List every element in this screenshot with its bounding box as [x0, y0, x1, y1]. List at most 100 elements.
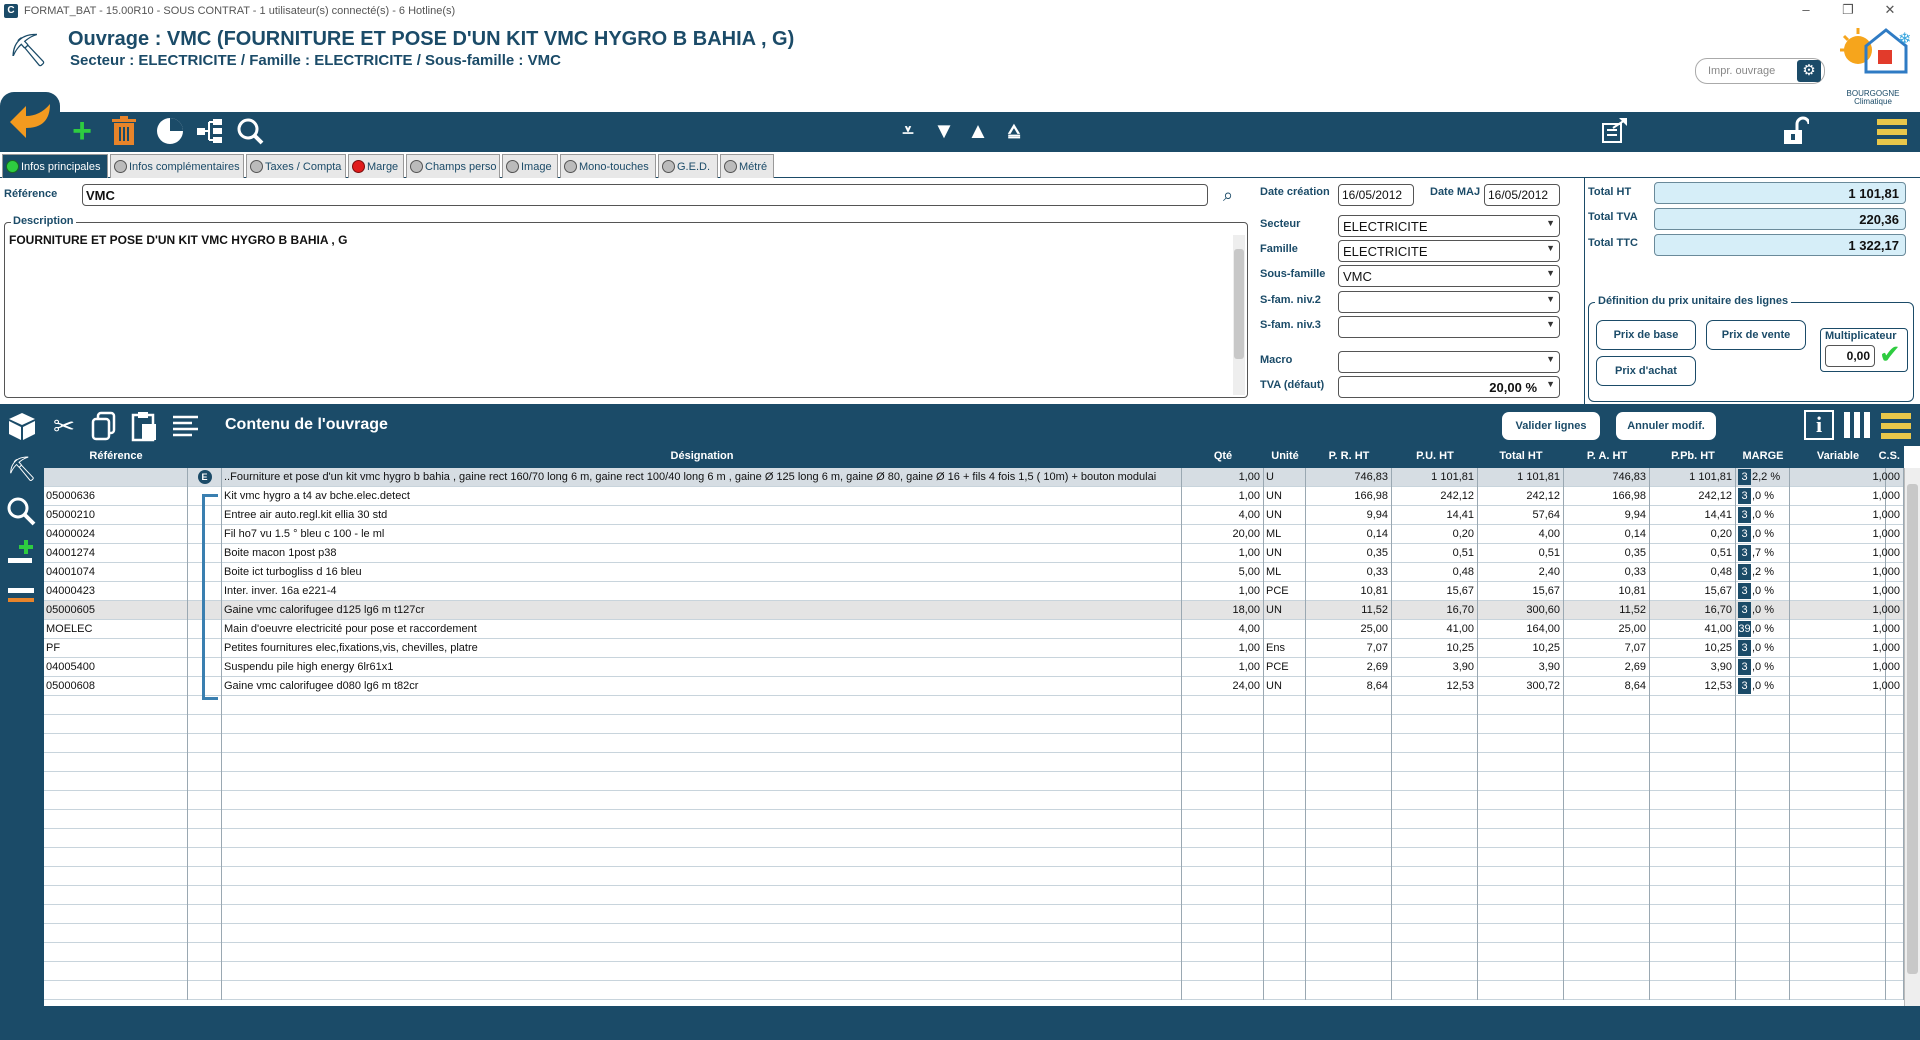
- tab-marge[interactable]: Marge: [348, 154, 404, 178]
- empty-row[interactable]: [44, 829, 1904, 848]
- move-to-top-icon[interactable]: ⩠: [998, 116, 1030, 148]
- parent-row[interactable]: E ..Fourniture et pose d'un kit vmc hygr…: [44, 468, 1904, 487]
- table-row[interactable]: 04001274 Boite macon 1post p38 1,00 UN 0,35 0…: [44, 544, 1904, 563]
- back-arrow-icon[interactable]: [6, 98, 54, 144]
- col-header-total-ht[interactable]: Total HT: [1478, 450, 1564, 462]
- col-header-designation[interactable]: Désignation: [222, 450, 1182, 462]
- empty-row[interactable]: [44, 867, 1904, 886]
- move-down-icon[interactable]: ▼: [928, 116, 960, 148]
- date-maj-input[interactable]: 16/05/2012: [1484, 184, 1560, 206]
- gear-icon[interactable]: ⚙: [1797, 60, 1821, 82]
- pie-chart-icon[interactable]: [154, 116, 186, 148]
- expand-icon[interactable]: E: [188, 468, 222, 487]
- add-icon[interactable]: +: [66, 114, 98, 148]
- table-row[interactable]: MOELEC Main d'oeuvre electricité pour pos…: [44, 620, 1904, 639]
- empty-row[interactable]: [44, 791, 1904, 810]
- empty-row[interactable]: [44, 943, 1904, 962]
- tva-select[interactable]: 20,00 % ▼: [1338, 376, 1560, 398]
- tree-structure-icon[interactable]: [194, 116, 226, 148]
- remove-line-icon[interactable]: [6, 578, 38, 610]
- list-align-icon[interactable]: [170, 410, 202, 442]
- menu-icon[interactable]: [1876, 116, 1908, 148]
- sfam3-select[interactable]: ▼: [1338, 316, 1560, 338]
- tab-infos-principales[interactable]: Infos principales: [2, 154, 108, 178]
- cube-icon[interactable]: [6, 410, 38, 442]
- tab-infos-complementaires[interactable]: Infos complémentaires: [110, 154, 244, 178]
- info-icon[interactable]: i: [1804, 410, 1834, 440]
- tab-taxes-compta[interactable]: Taxes / Compta: [246, 154, 346, 178]
- table-row[interactable]: 05000636 Kit vmc hygro a t4 av bche.elec.…: [44, 487, 1904, 506]
- col-header-ppb-ht[interactable]: P.Pb. HT: [1650, 450, 1736, 462]
- search-list-icon[interactable]: [234, 116, 266, 148]
- prix-base-button[interactable]: Prix de base: [1596, 320, 1696, 350]
- search-cube-icon[interactable]: [6, 496, 38, 528]
- table-row[interactable]: PF Petites fournitures elec,fixations,vis…: [44, 639, 1904, 658]
- empty-row[interactable]: [44, 753, 1904, 772]
- worker-icon[interactable]: ⛏: [6, 454, 38, 486]
- col-header-unite[interactable]: Unité: [1264, 450, 1306, 462]
- empty-row[interactable]: [44, 962, 1904, 981]
- binoculars-icon[interactable]: ⌕: [1216, 184, 1240, 206]
- cell-tree: [188, 829, 222, 848]
- table-row[interactable]: 04005400 Suspendu pile high energy 6lr61x…: [44, 658, 1904, 677]
- empty-row[interactable]: [44, 734, 1904, 753]
- col-header-pu-ht[interactable]: P.U. HT: [1392, 450, 1478, 462]
- check-icon[interactable]: ✔: [1879, 339, 1901, 369]
- move-up-icon[interactable]: ▲: [962, 116, 994, 148]
- add-line-icon[interactable]: [6, 538, 38, 570]
- grid-scrollbar[interactable]: [1904, 468, 1920, 1006]
- famille-select[interactable]: ELECTRICITE ▼: [1338, 240, 1560, 262]
- description-box[interactable]: Description FOURNITURE ET POSE D'UN KIT …: [4, 215, 1248, 398]
- prix-achat-button[interactable]: Prix d'achat: [1596, 356, 1696, 386]
- trash-icon[interactable]: [108, 116, 140, 148]
- columns-icon[interactable]: [1842, 410, 1872, 440]
- table-row[interactable]: 04000024 Fil ho7 vu 1.5 ° bleu c 100 - le…: [44, 525, 1904, 544]
- close-button[interactable]: ✕: [1870, 0, 1910, 22]
- annuler-modif-button[interactable]: Annuler modif.: [1616, 412, 1716, 440]
- reference-input[interactable]: VMC: [82, 184, 1208, 206]
- empty-row[interactable]: [44, 981, 1904, 1000]
- rows-menu-icon[interactable]: [1880, 410, 1912, 442]
- empty-row[interactable]: [44, 905, 1904, 924]
- empty-row[interactable]: [44, 886, 1904, 905]
- col-header-pa-ht[interactable]: P. A. HT: [1564, 450, 1650, 462]
- empty-row[interactable]: [44, 715, 1904, 734]
- prix-vente-button[interactable]: Prix de vente: [1706, 320, 1806, 350]
- table-row[interactable]: 05000608 Gaine vmc calorifugee d080 lg6 m…: [44, 677, 1904, 696]
- col-header-marge[interactable]: MARGE: [1736, 450, 1790, 462]
- tab-champs-perso[interactable]: Champs perso: [406, 154, 500, 178]
- col-header-qte[interactable]: Qté: [1182, 450, 1264, 462]
- restore-button[interactable]: ❐: [1828, 0, 1868, 22]
- sous-famille-select[interactable]: VMC ▼: [1338, 265, 1560, 287]
- empty-row[interactable]: [44, 772, 1904, 791]
- tab-metre[interactable]: Métré: [720, 154, 774, 178]
- table-row[interactable]: 05000605 Gaine vmc calorifugee d125 lg6 m…: [44, 601, 1904, 620]
- col-header-reference[interactable]: Référence: [44, 450, 188, 462]
- sfam2-select[interactable]: ▼: [1338, 291, 1560, 313]
- empty-row[interactable]: [44, 848, 1904, 867]
- description-scrollbar[interactable]: [1233, 235, 1245, 395]
- col-header-pr-ht[interactable]: P. R. HT: [1306, 450, 1392, 462]
- macro-select[interactable]: ▼: [1338, 351, 1560, 373]
- table-row[interactable]: 04000423 Inter. inver. 16a e221-4 1,00 PCE 1…: [44, 582, 1904, 601]
- tab-ged[interactable]: G.E.D.: [658, 154, 718, 178]
- empty-row[interactable]: [44, 696, 1904, 715]
- minimize-button[interactable]: –: [1786, 0, 1826, 22]
- empty-row[interactable]: [44, 810, 1904, 829]
- valider-lignes-button[interactable]: Valider lignes: [1502, 412, 1600, 440]
- table-row[interactable]: 05000210 Entree air auto.regl.kit ellia 3…: [44, 506, 1904, 525]
- tab-image[interactable]: Image: [502, 154, 558, 178]
- empty-row[interactable]: [44, 924, 1904, 943]
- cut-icon[interactable]: ✂: [48, 410, 80, 442]
- multiplicateur-input[interactable]: 0,00: [1825, 345, 1875, 367]
- export-icon[interactable]: [1598, 116, 1630, 148]
- date-creation-input[interactable]: 16/05/2012: [1338, 184, 1414, 206]
- col-header-cs[interactable]: C.S.: [1866, 450, 1904, 462]
- paste-icon[interactable]: [128, 410, 160, 442]
- table-row[interactable]: 04001074 Boite ict turbogliss d 16 bleu 5,…: [44, 563, 1904, 582]
- tab-mono-touches[interactable]: Mono-touches: [560, 154, 656, 178]
- copy-icon[interactable]: [88, 410, 120, 442]
- unlock-icon[interactable]: [1778, 116, 1811, 148]
- move-to-bottom-icon[interactable]: ⩡: [892, 116, 924, 148]
- secteur-select[interactable]: ELECTRICITE ▼: [1338, 215, 1560, 237]
